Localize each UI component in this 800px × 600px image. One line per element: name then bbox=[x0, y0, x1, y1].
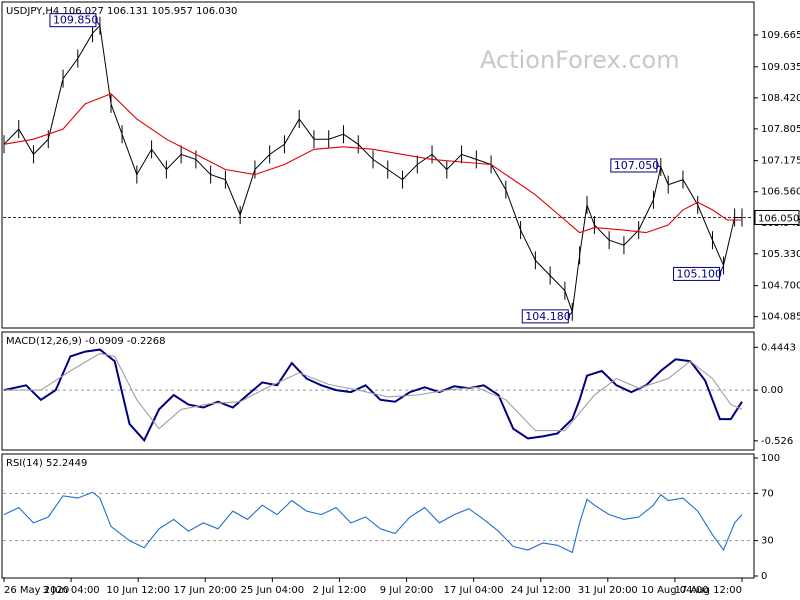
y-tick-label: -0.526 bbox=[761, 436, 793, 447]
y-tick-label: 0.4443 bbox=[761, 342, 796, 353]
y-tick-label: 104.085 bbox=[761, 312, 800, 323]
callout-label: 104.180 bbox=[525, 310, 571, 323]
y-tick-label: 0.00 bbox=[761, 385, 783, 396]
x-tick-label: 9 Jul 20:00 bbox=[380, 585, 434, 596]
time-axis: 26 May 20203 Jun 04:00 10 Jun 12:00 17 Jun… bbox=[3, 578, 743, 596]
price-axis: 109.665 109.035 108.420 107.805 107.175 106.5… bbox=[754, 30, 800, 323]
y-tick-label: 106.560 bbox=[761, 187, 800, 198]
forex-chart: ActionForex.com USDJPY,H4 106.027 106.13… bbox=[1, 1, 800, 596]
y-tick-label: 107.805 bbox=[761, 124, 800, 135]
y-tick-label: 30 bbox=[761, 536, 774, 547]
x-tick-label: 31 Jul 20:00 bbox=[578, 585, 638, 596]
current-price-label: 106.050 bbox=[758, 213, 799, 224]
y-tick-label: 104.700 bbox=[761, 281, 800, 292]
y-tick-label: 108.420 bbox=[761, 93, 800, 104]
rsi-panel-frame bbox=[1, 453, 755, 579]
x-tick-label: 24 Jul 12:00 bbox=[511, 585, 571, 596]
rsi-title: RSI(14) 52.2449 bbox=[6, 458, 87, 469]
y-tick-label: 109.035 bbox=[761, 62, 800, 73]
callout-label: 105.100 bbox=[677, 267, 723, 280]
callout-label: 107.050 bbox=[614, 159, 660, 172]
y-tick-label: 109.665 bbox=[761, 30, 800, 41]
x-tick-label: 17 Aug 12:00 bbox=[675, 585, 742, 596]
x-tick-label: 17 Jul 04:00 bbox=[444, 585, 504, 596]
y-tick-label: 0 bbox=[761, 571, 767, 582]
symbol-header: USDJPY,H4 106.027 106.131 105.957 106.03… bbox=[6, 6, 237, 17]
macd-title: MACD(12,26,9) -0.0909 -0.2268 bbox=[6, 336, 166, 347]
x-tick-label: 17 Jun 20:00 bbox=[174, 585, 238, 596]
watermark: ActionForex.com bbox=[480, 46, 680, 74]
x-tick-label: 25 Jun 04:00 bbox=[241, 585, 305, 596]
x-tick-label: 2 Jul 12:00 bbox=[313, 585, 367, 596]
y-tick-label: 105.330 bbox=[761, 249, 800, 260]
y-tick-label: 107.175 bbox=[761, 156, 800, 167]
x-tick-label: 10 Jun 12:00 bbox=[106, 585, 170, 596]
macd-panel-frame bbox=[1, 331, 755, 451]
y-tick-label: 70 bbox=[761, 488, 774, 499]
callout-label: 109.850 bbox=[53, 14, 99, 27]
y-tick-label: 100 bbox=[761, 453, 780, 464]
x-tick-label: 3 Jun 04:00 bbox=[43, 585, 100, 596]
